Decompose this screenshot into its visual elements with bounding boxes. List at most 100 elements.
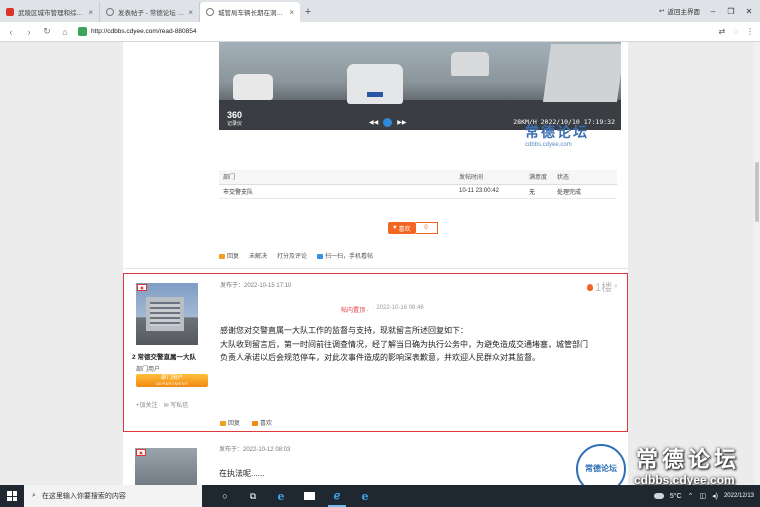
minimize-button[interactable]: – [708, 7, 718, 16]
windows-logo-icon [7, 491, 17, 501]
message-link[interactable]: ✉ 写私信 [164, 400, 189, 409]
browser-tab-bar: 武陵区城市管理和综合... × 发表帖子 - 常德论坛 - ... × 城管局车… [0, 0, 760, 22]
like-button[interactable]: ♥ 喜欢 [388, 222, 416, 234]
taskbar-search[interactable]: ⌕ 在这里输入你要搜索的内容 [24, 485, 202, 507]
start-button[interactable] [0, 485, 24, 507]
return-main-button[interactable]: ↩ 返回主界面 [659, 6, 700, 16]
url-text: http://cdbbs.cdyee.com/read-880854 [91, 28, 197, 35]
cortana-icon[interactable]: ○ [216, 485, 234, 507]
reply-status-table: 部门 发帖时间 满意度 状态 市交警支队 10-11 23:00:42 无 处理… [219, 170, 617, 199]
temperature[interactable]: 5°C [670, 493, 682, 500]
divider [123, 268, 628, 269]
cell-status: 处理完成 [553, 184, 617, 199]
flame-icon [587, 283, 594, 291]
license-plate [367, 92, 383, 97]
thread-column: 360 记录仪 ◀◀ ▶▶ 28KM/H 2022/10/10 17:19:32… [123, 42, 628, 485]
clock[interactable]: 2022/12/13 [724, 493, 754, 500]
search-placeholder: 在这里输入你要搜索的内容 [41, 493, 126, 500]
post-actions: 回复 未解决 打分及评论 扫一扫，手机看帖 [219, 251, 373, 260]
department-badge: 部门用户 DEPARTMENT [136, 374, 208, 387]
reply-link[interactable]: 回复 [219, 251, 239, 260]
weather-icon[interactable] [653, 493, 664, 499]
tab-title: 发表帖子 - 常德论坛 - ... [118, 10, 185, 17]
avatar[interactable]: ▣ [135, 448, 197, 485]
floor-post-1: ▣ 2 常德交警直属一大队 部门用户 部门用户 DEPARTMENT +加关注 … [123, 273, 628, 432]
url-field[interactable]: http://cdbbs.cdyee.com/read-880854 [78, 27, 197, 36]
col-status: 状态 [553, 170, 617, 185]
address-bar: ‹ › ↻ ⌂ http://cdbbs.cdyee.com/read-8808… [0, 22, 760, 42]
home-icon[interactable]: ⌂ [60, 27, 70, 37]
video-logo: 360 记录仪 [227, 110, 243, 127]
like-count: 0 [415, 222, 438, 234]
car [451, 52, 489, 76]
close-window-button[interactable]: ✕ [744, 7, 754, 16]
like-bar: ♥ 喜欢 0 [388, 222, 438, 234]
tray-up-icon[interactable]: ⌃ [688, 492, 694, 500]
tab-title: 城管局车辆长期在洞庭... [218, 10, 286, 17]
user-tag-icon: ▣ [136, 449, 146, 456]
forward-icon[interactable]: › [24, 27, 34, 37]
avatar[interactable]: ▣ [136, 283, 198, 345]
tab-title: 武陵区城市管理和综合... [18, 10, 85, 17]
car [233, 74, 273, 100]
body-line: 大队收到留言后，第一时间前往调查情况，经了解当日确为执行公务中，为避免造成交通堵… [220, 339, 588, 349]
follow-link[interactable]: +加关注 [136, 400, 158, 409]
prev-icon[interactable]: ◀◀ [369, 119, 378, 126]
reply-icon [220, 420, 226, 426]
col-satisfaction: 满意度 [525, 170, 553, 185]
next-icon[interactable]: ▶▶ [397, 119, 406, 126]
windows-taskbar: ⌕ 在这里输入你要搜索的内容 ○ ⧉ e ℯ e 5°C ⌃ ◫ ◂) 2022… [0, 485, 760, 507]
tab-2[interactable]: 发表帖子 - 常德论坛 - ... × [100, 2, 200, 22]
author-name[interactable]: 2 常德交警直属一大队 [132, 351, 196, 361]
pinned-note: 帖内置顶 · · 2022-10-16 08:46 [341, 305, 424, 314]
post-time: 发布于：2022-10-15 17:10 [220, 283, 292, 289]
tab-1[interactable]: 武陵区城市管理和综合... × [0, 2, 100, 22]
heart-icon: ♥ [393, 225, 397, 231]
task-view-icon[interactable]: ⧉ [244, 485, 262, 507]
dashcam-video[interactable]: 360 记录仪 ◀◀ ▶▶ 28KM/H 2022/10/10 17:19:32 [219, 42, 621, 130]
ie-icon[interactable]: e [356, 485, 374, 507]
qr-icon [317, 253, 324, 259]
rate-link[interactable]: 打分及评论 [277, 251, 307, 260]
video-app-icon[interactable] [300, 485, 318, 507]
page-scrollbar[interactable] [754, 42, 760, 485]
back-icon[interactable]: ‹ [6, 27, 16, 37]
van [542, 44, 621, 102]
shield-icon [78, 27, 87, 36]
chat-icon[interactable]: ◌ [733, 27, 738, 36]
unresolved-link[interactable]: 未解决 [249, 251, 267, 260]
scrollbar-thumb[interactable] [755, 162, 759, 222]
building-picture [146, 297, 184, 331]
reply-link[interactable]: 回复 [220, 418, 240, 427]
hash-icon: # [614, 284, 617, 290]
qr-link[interactable]: 扫一扫，手机看帖 [317, 251, 373, 260]
network-icon[interactable]: ◫ [699, 492, 706, 500]
browser-app-icon[interactable]: ℯ [328, 485, 346, 507]
cell-empty [341, 184, 455, 199]
video-controls[interactable]: ◀◀ ▶▶ [369, 118, 406, 127]
globe-icon [206, 8, 214, 16]
close-tab-icon[interactable]: × [289, 8, 294, 17]
cell-satisfaction: 无 [525, 184, 553, 199]
menu-icon[interactable]: ⋮ [746, 27, 754, 36]
close-tab-icon[interactable]: × [88, 8, 93, 17]
play-icon[interactable] [383, 118, 393, 127]
return-label: 返回主界面 [667, 9, 701, 16]
page-viewport: 360 记录仪 ◀◀ ▶▶ 28KM/H 2022/10/10 17:19:32… [0, 42, 760, 485]
floor-number[interactable]: 1楼 # [587, 279, 617, 295]
author-role: 部门用户 [136, 367, 161, 373]
close-tab-icon[interactable]: × [188, 8, 193, 17]
globe-icon [106, 8, 114, 16]
restore-button[interactable]: ❐ [726, 7, 736, 16]
table-row: 市交警支队 10-11 23:00:42 无 处理完成 [219, 184, 617, 199]
volume-icon[interactable]: ◂) [712, 492, 718, 500]
edge-icon[interactable]: e [272, 485, 290, 507]
user-tag-icon: ▣ [137, 284, 147, 291]
share-icon[interactable]: ⇄ [719, 27, 726, 36]
col-post-time: 发帖时间 [455, 170, 525, 185]
tab-3-active[interactable]: 城管局车辆长期在洞庭... × [200, 2, 300, 22]
post-body: 感谢您对交警直属一大队工作的监督与支持，现就留言所述回复如下： 大队收到留言后，… [220, 324, 618, 365]
refresh-icon[interactable]: ↻ [42, 26, 52, 37]
new-tab-button[interactable]: + [300, 2, 316, 22]
like-link[interactable]: 喜欢 [252, 418, 272, 427]
